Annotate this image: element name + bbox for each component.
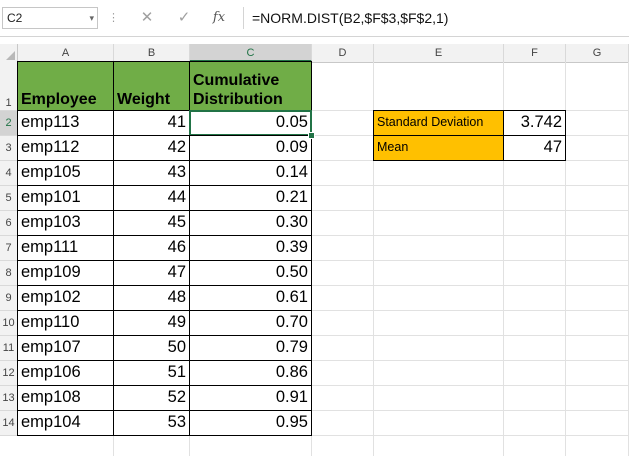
column-header-g[interactable]: G <box>566 44 629 62</box>
column-header-e[interactable]: E <box>374 44 504 62</box>
employee-cell[interactable]: emp101 <box>17 185 114 211</box>
weight-cell[interactable]: 42 <box>113 135 190 161</box>
cancel-icon[interactable]: ✕ <box>136 8 158 28</box>
cumulative-distribution-cell[interactable]: 0.79 <box>189 335 312 361</box>
cumulative-distribution-cell[interactable]: 0.21 <box>189 185 312 211</box>
header-cumulative-distribution[interactable]: Cumulative Distribution <box>189 61 312 111</box>
standard-deviation-label[interactable]: Standard Deviation <box>373 110 504 136</box>
chevron-down-icon[interactable]: ▾ <box>89 8 94 28</box>
row-header-3[interactable]: 3 <box>0 136 18 161</box>
select-all-corner[interactable] <box>0 44 18 62</box>
weight-cell[interactable]: 43 <box>113 160 190 186</box>
employee-cell[interactable]: emp102 <box>17 285 114 311</box>
cumulative-distribution-cell[interactable]: 0.14 <box>189 160 312 186</box>
mean-value[interactable]: 47 <box>503 135 566 161</box>
weight-cell[interactable]: 53 <box>113 410 190 436</box>
row-header-5[interactable]: 5 <box>0 186 18 211</box>
employee-cell[interactable]: emp108 <box>17 385 114 411</box>
row-header-14[interactable]: 14 <box>0 411 18 436</box>
weight-cell[interactable]: 46 <box>113 235 190 261</box>
name-box-value: C2 <box>7 11 23 25</box>
insert-function-icon[interactable]: fx <box>208 8 230 28</box>
cumulative-distribution-cell[interactable]: 0.50 <box>189 260 312 286</box>
header-weight[interactable]: Weight <box>113 61 190 111</box>
row-header-12[interactable]: 12 <box>0 361 18 386</box>
weight-cell[interactable]: 41 <box>113 110 190 136</box>
standard-deviation-value[interactable]: 3.742 <box>503 110 566 136</box>
row-header-8[interactable]: 8 <box>0 261 18 286</box>
weight-cell[interactable]: 49 <box>113 310 190 336</box>
cumulative-distribution-cell[interactable]: 0.91 <box>189 385 312 411</box>
cumulative-distribution-cell[interactable]: 0.05 <box>189 110 312 136</box>
row-header-7[interactable]: 7 <box>0 236 18 261</box>
header-employee[interactable]: Employee <box>17 61 114 111</box>
row-header-11[interactable]: 11 <box>0 336 18 361</box>
cumulative-distribution-cell[interactable]: 0.09 <box>189 135 312 161</box>
row-header-4[interactable]: 4 <box>0 161 18 186</box>
employee-cell[interactable]: emp111 <box>17 235 114 261</box>
fill-handle[interactable] <box>308 132 315 139</box>
formula-input[interactable]: =NORM.DIST(B2,$F$3,$F$2,1) <box>243 7 629 29</box>
employee-cell[interactable]: emp113 <box>17 110 114 136</box>
column-header-c[interactable]: C <box>190 44 312 62</box>
column-header-a[interactable]: A <box>18 44 114 62</box>
worksheet: ABCDEFG 1 2 3 4 5 6 7 8 9 10 11 12 13 14 Employee Weig… <box>0 44 629 456</box>
weight-cell[interactable]: 51 <box>113 360 190 386</box>
formula-bar-separator: ⋮ <box>108 12 120 24</box>
cumulative-distribution-cell[interactable]: 0.86 <box>189 360 312 386</box>
cumulative-distribution-cell[interactable]: 0.39 <box>189 235 312 261</box>
enter-icon[interactable]: ✓ <box>173 8 195 28</box>
weight-cell[interactable]: 45 <box>113 210 190 236</box>
employee-cell[interactable]: emp110 <box>17 310 114 336</box>
weight-cell[interactable]: 50 <box>113 335 190 361</box>
weight-cell[interactable]: 44 <box>113 185 190 211</box>
employee-cell[interactable]: emp103 <box>17 210 114 236</box>
cumulative-distribution-cell[interactable]: 0.70 <box>189 310 312 336</box>
weight-cell[interactable]: 48 <box>113 285 190 311</box>
column-header-d[interactable]: D <box>312 44 374 62</box>
row-header-13[interactable]: 13 <box>0 386 18 411</box>
employee-cell[interactable]: emp112 <box>17 135 114 161</box>
select-all-icon <box>6 51 15 60</box>
row-header-6[interactable]: 6 <box>0 211 18 236</box>
weight-cell[interactable]: 52 <box>113 385 190 411</box>
row-header-2[interactable]: 2 <box>0 111 18 136</box>
name-box[interactable]: C2 ▾ <box>2 7 98 29</box>
row-header-10[interactable]: 10 <box>0 311 18 336</box>
employee-cell[interactable]: emp104 <box>17 410 114 436</box>
employee-cell[interactable]: emp109 <box>17 260 114 286</box>
formula-bar: C2 ▾ ⋮ ✕ ✓ fx =NORM.DIST(B2,$F$3,$F$2,1) <box>0 0 629 37</box>
mean-label[interactable]: Mean <box>373 135 504 161</box>
column-header-f[interactable]: F <box>504 44 566 62</box>
employee-cell[interactable]: emp105 <box>17 160 114 186</box>
column-header-b[interactable]: B <box>114 44 190 62</box>
cumulative-distribution-cell[interactable]: 0.30 <box>189 210 312 236</box>
weight-cell[interactable]: 47 <box>113 260 190 286</box>
employee-cell[interactable]: emp106 <box>17 360 114 386</box>
row-header-9[interactable]: 9 <box>0 286 18 311</box>
employee-cell[interactable]: emp107 <box>17 335 114 361</box>
row-header-1[interactable]: 1 <box>0 62 18 111</box>
cumulative-distribution-cell[interactable]: 0.61 <box>189 285 312 311</box>
cumulative-distribution-cell[interactable]: 0.95 <box>189 410 312 436</box>
